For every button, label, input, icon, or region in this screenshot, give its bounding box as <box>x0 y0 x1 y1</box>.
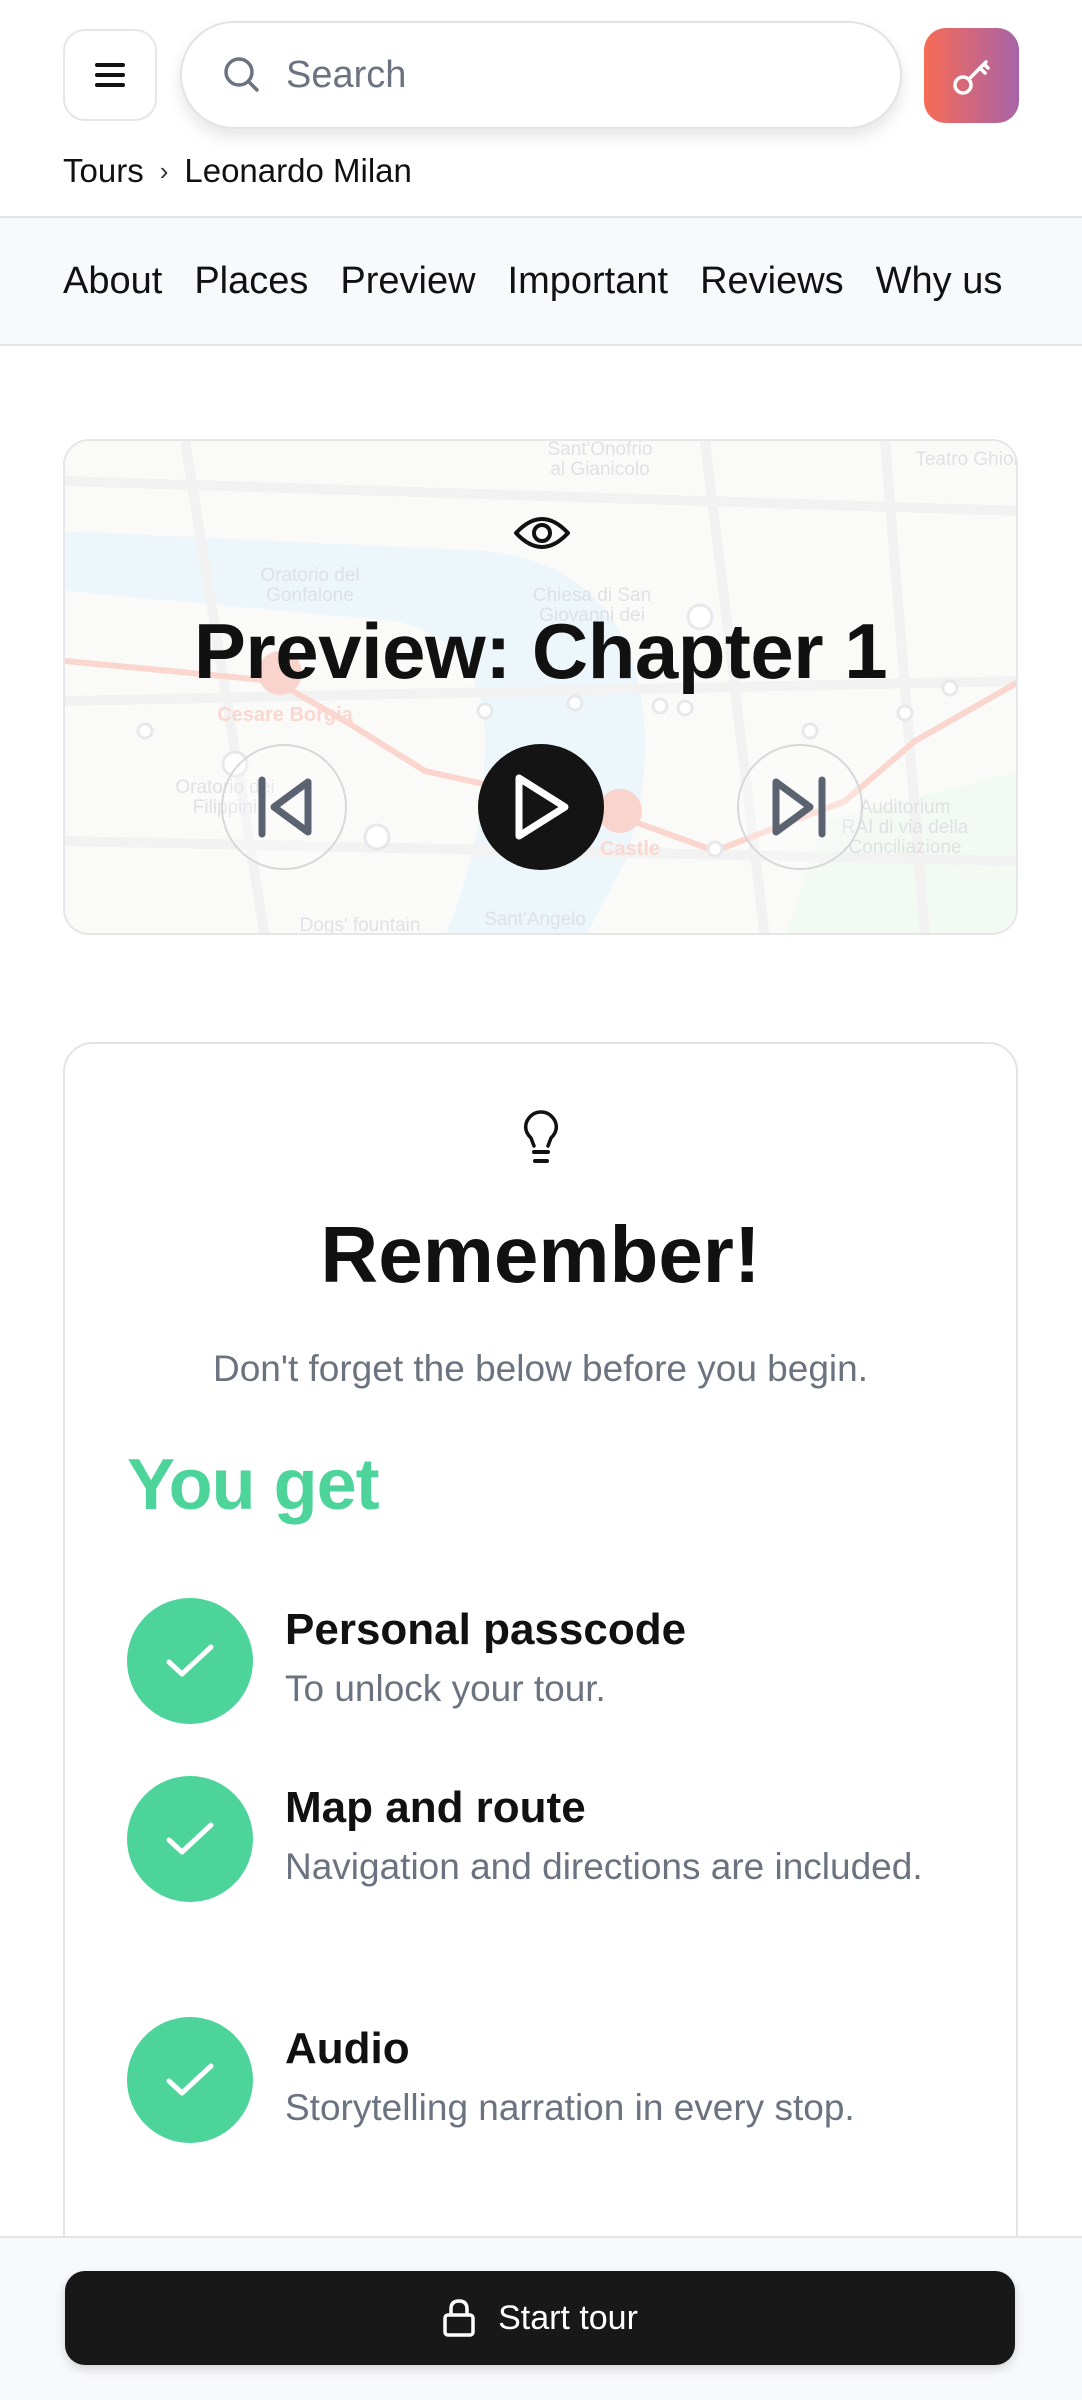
feature-title: Audio <box>285 2024 410 2073</box>
tab-why-us[interactable]: Why us <box>876 260 1003 303</box>
eye-icon <box>514 517 570 549</box>
feature-description: Storytelling narration in every stop. <box>285 2087 855 2128</box>
key-icon <box>952 59 990 95</box>
feature-title: Map and route <box>285 1783 586 1832</box>
key-button[interactable] <box>924 28 1019 123</box>
breadcrumb-item-tours[interactable]: Tours <box>63 152 144 190</box>
search-input[interactable] <box>286 53 846 97</box>
check-circle <box>127 2017 253 2143</box>
preview-card: Sant'Onofrio al Gianicolo Teatro Ghione … <box>63 439 1018 935</box>
feature-description: Navigation and directions are included. <box>285 1846 923 1887</box>
section-tabs: About Places Preview Important Reviews W… <box>0 216 1082 346</box>
check-icon <box>166 2063 214 2096</box>
tab-places[interactable]: Places <box>194 260 308 303</box>
breadcrumb-separator: › <box>159 155 169 186</box>
feature-item: Audio Storytelling narration in every st… <box>127 2017 925 2143</box>
menu-button[interactable] <box>63 29 157 121</box>
skip-back-icon <box>258 776 312 838</box>
hamburger-menu-icon <box>95 63 125 87</box>
check-circle <box>127 1598 253 1724</box>
next-chapter-button[interactable] <box>737 744 863 870</box>
tab-preview[interactable]: Preview <box>340 260 475 303</box>
header: Tours › Leonardo Milan <box>0 0 1082 189</box>
skip-forward-icon <box>772 776 826 838</box>
lightbulb-icon <box>523 1110 559 1163</box>
play-icon <box>515 774 569 840</box>
search-icon <box>224 57 259 92</box>
feature-title: Personal passcode <box>285 1605 687 1654</box>
you-get-heading: You get <box>127 1445 380 1525</box>
start-tour-label: Start tour <box>498 2298 638 2337</box>
tab-important[interactable]: Important <box>508 260 669 303</box>
check-circle <box>127 1776 253 1902</box>
start-tour-button[interactable]: Start tour <box>65 2271 1015 2365</box>
bottom-action-bar: Start tour <box>0 2236 1082 2400</box>
feature-description: To unlock your tour. <box>285 1668 606 1709</box>
remember-subtitle: Don't forget the below before you begin. <box>213 1348 868 1389</box>
tab-about[interactable]: About <box>63 260 162 303</box>
breadcrumb-item-current: Leonardo Milan <box>184 152 412 189</box>
play-button[interactable] <box>478 744 604 870</box>
check-icon <box>166 1822 214 1855</box>
remember-title: Remember! <box>320 1210 761 1299</box>
previous-chapter-button[interactable] <box>221 744 347 870</box>
remember-card: Remember! Don't forget the below before … <box>63 1042 1018 2342</box>
tab-reviews[interactable]: Reviews <box>700 260 844 303</box>
feature-item: Personal passcode To unlock your tour. <box>127 1598 925 1724</box>
check-icon <box>166 1644 214 1677</box>
lock-icon <box>443 2299 475 2337</box>
search-bar[interactable] <box>180 21 902 129</box>
preview-title: Preview: Chapter 1 <box>193 607 888 695</box>
breadcrumb: Tours › Leonardo Milan <box>63 152 412 190</box>
feature-item: Map and route Navigation and directions … <box>127 1776 925 1902</box>
